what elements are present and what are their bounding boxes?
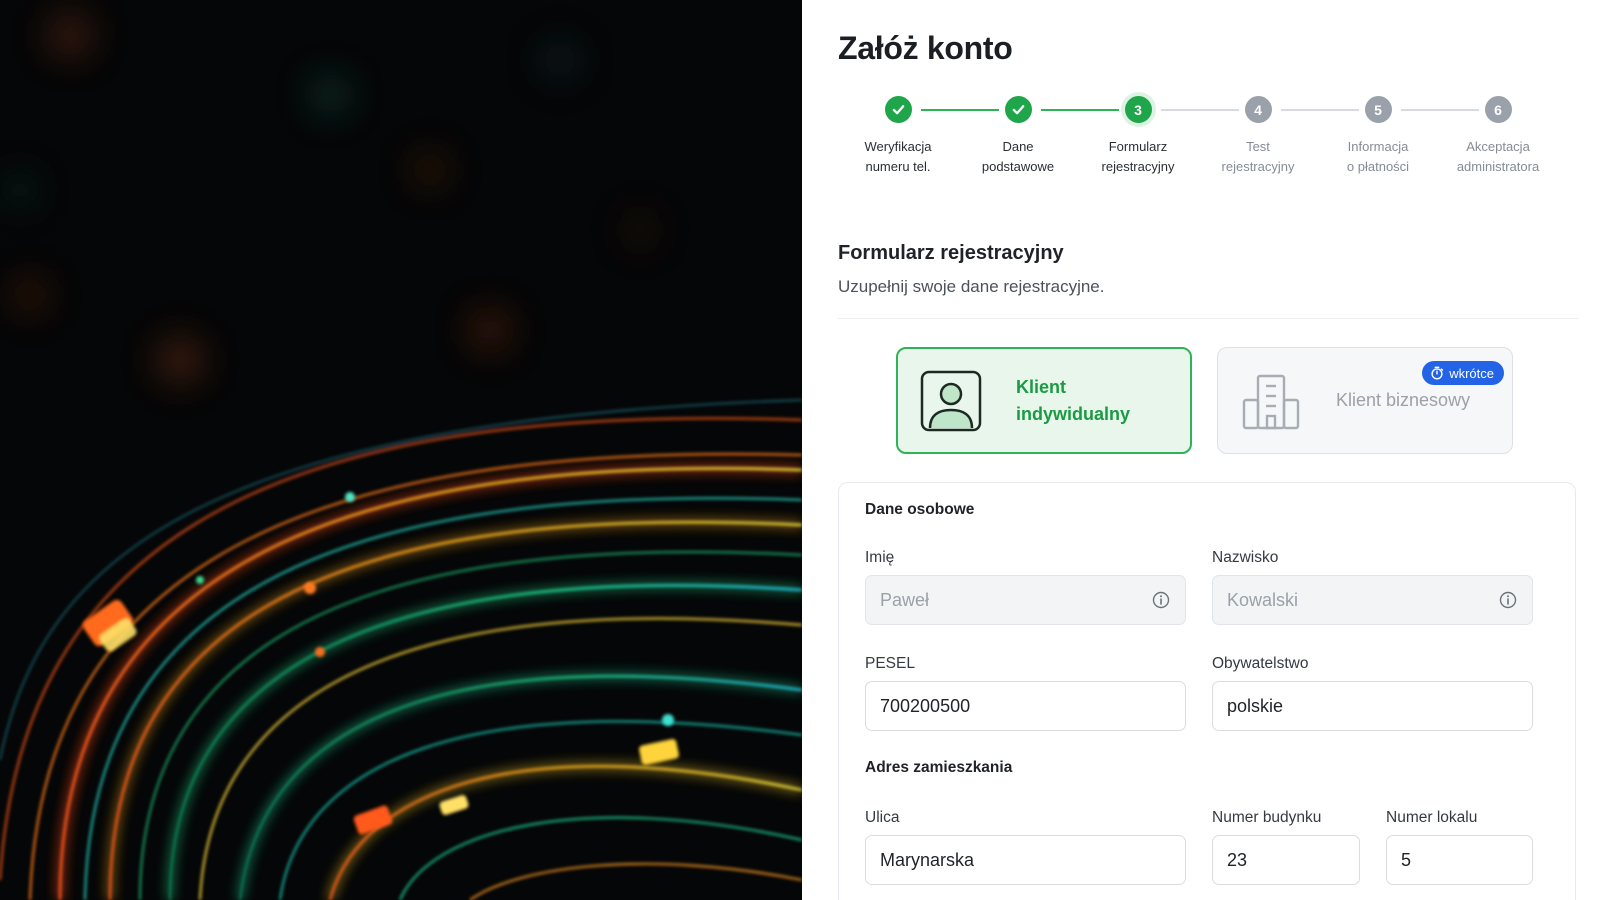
registration-stepper: Weryfikacja numeru tel. Dane podstawowe …	[838, 96, 1578, 186]
check-icon	[1004, 96, 1032, 123]
step-number: 6	[1484, 96, 1512, 123]
page-title: Załóż konto	[838, 30, 1013, 66]
pesel-value: 700200500	[880, 695, 971, 716]
step-phone-verification: Weryfikacja numeru tel.	[838, 96, 958, 177]
first-name-field[interactable]: Paweł	[865, 575, 1186, 625]
pesel-field[interactable]: 700200500	[865, 681, 1186, 731]
info-icon[interactable]	[1151, 590, 1171, 610]
address-title: Adres zamieszkania	[865, 759, 1013, 776]
citizenship-label: Obywatelstwo	[1212, 655, 1309, 672]
apartment-number-value: 5	[1401, 849, 1412, 870]
last-name-value: Kowalski	[1227, 589, 1299, 610]
light-trails-graphic	[0, 13, 802, 900]
section-title: Formularz rejestracyjny	[838, 242, 1064, 264]
building-number-label: Numer budynku	[1212, 809, 1322, 826]
user-profile-icon	[918, 368, 984, 434]
building-icon	[1238, 368, 1304, 434]
building-number-field[interactable]: 23	[1212, 835, 1360, 885]
step-payment-info: 5 Informacja o płatności	[1318, 96, 1438, 177]
stopwatch-icon	[1431, 366, 1444, 380]
step-registration-test: 4 Test rejestracyjny	[1198, 96, 1318, 177]
client-type-label: Klient indywidualny	[1016, 376, 1131, 424]
hero-image	[0, 0, 802, 900]
building-number-value: 23	[1227, 849, 1248, 870]
last-name-label: Nazwisko	[1212, 549, 1279, 566]
step-number: 3	[1124, 96, 1152, 123]
client-type-label: Klient biznesowy	[1336, 390, 1471, 410]
street-field[interactable]: Marynarska	[865, 835, 1186, 885]
street-label: Ulica	[865, 809, 900, 826]
client-type-business-card[interactable]: Klient biznesowy wkrótce	[1217, 347, 1513, 454]
step-admin-approval: 6 Akceptacja administratora	[1438, 96, 1558, 177]
citizenship-value: polskie	[1227, 695, 1284, 716]
pesel-label: PESEL	[865, 655, 915, 672]
first-name-value: Paweł	[880, 589, 930, 610]
divider	[838, 318, 1578, 319]
step-number: 4	[1244, 96, 1272, 123]
step-label: Test rejestracyjny	[1221, 139, 1295, 174]
step-label: Formularz rejestracyjny	[1101, 139, 1175, 174]
step-label: Informacja o płatności	[1346, 139, 1410, 174]
check-icon	[884, 96, 912, 123]
section-subtitle: Uzupełnij swoje dane rejestracyjne.	[838, 277, 1105, 296]
apartment-number-field[interactable]: 5	[1386, 835, 1533, 885]
step-basic-data: Dane podstawowe	[958, 96, 1078, 177]
personal-data-title: Dane osobowe	[865, 501, 975, 518]
apartment-number-label: Numer lokalu	[1386, 809, 1478, 826]
coming-soon-badge: wkrótce	[1422, 361, 1504, 385]
client-type-individual-card[interactable]: Klient indywidualny	[896, 347, 1192, 454]
citizenship-field[interactable]: polskie	[1212, 681, 1533, 731]
info-icon[interactable]	[1498, 590, 1518, 610]
street-value: Marynarska	[880, 849, 975, 870]
step-registration-form: 3 Formularz rejestracyjny	[1078, 96, 1198, 177]
registration-panel: Załóż konto Weryfikacja numeru tel. Dane…	[802, 0, 1600, 900]
step-label: Dane podstawowe	[981, 139, 1055, 174]
step-number: 5	[1364, 96, 1392, 123]
badge-label: wkrótce	[1449, 365, 1494, 381]
first-name-label: Imię	[865, 549, 895, 566]
step-label: Weryfikacja numeru tel.	[864, 139, 932, 174]
step-label: Akceptacja administratora	[1456, 139, 1540, 174]
registration-form: Dane osobowe Imię Paweł Nazwisko Kowalsk…	[838, 482, 1576, 900]
last-name-field[interactable]: Kowalski	[1212, 575, 1533, 625]
